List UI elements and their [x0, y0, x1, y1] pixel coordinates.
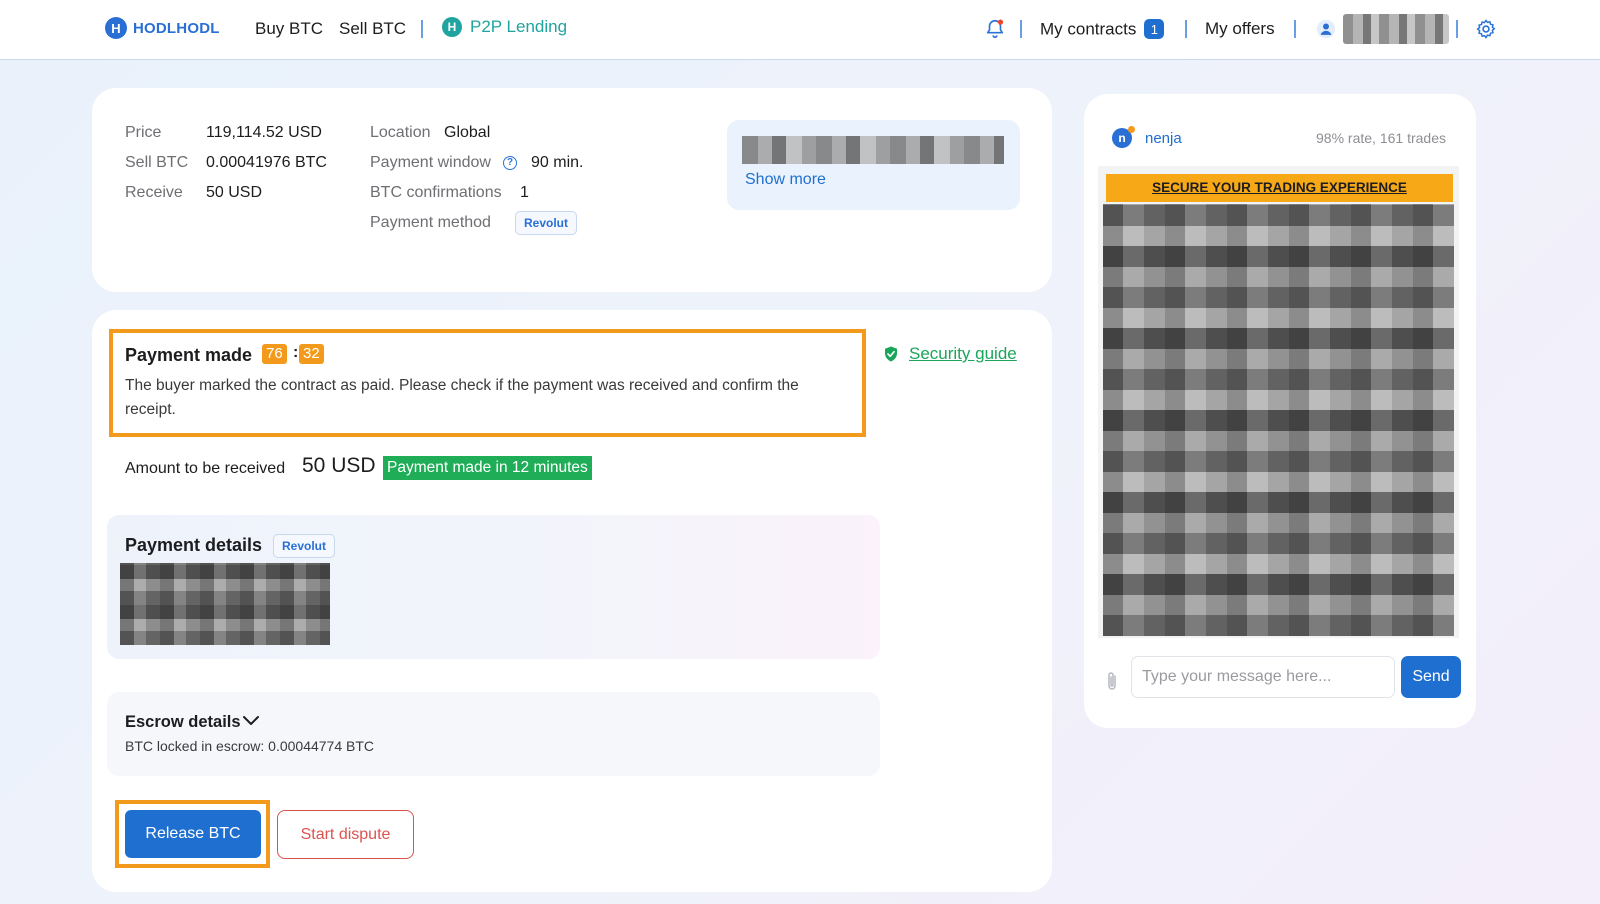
shield-check-icon: [885, 346, 897, 362]
sell-btc-label: Sell BTC: [125, 154, 189, 171]
online-status-dot: [1128, 126, 1135, 133]
offer-terms-redacted: [742, 136, 1004, 164]
payment-details-redacted: [120, 563, 330, 645]
nav-divider: [1294, 18, 1296, 40]
contracts-count-badge: 1: [1144, 19, 1165, 39]
my-contracts-label: My contracts: [1040, 19, 1137, 39]
my-contracts-link[interactable]: My contracts 1: [1040, 19, 1165, 40]
escrow-locked-amount: BTC locked in escrow: 0.00044774 BTC: [125, 738, 375, 754]
payment-method-label: Payment method: [370, 214, 491, 231]
logo[interactable]: H HODLHODL: [105, 17, 220, 39]
release-btc-button[interactable]: Release BTC: [125, 810, 261, 858]
price-label: Price: [125, 124, 162, 141]
escrow-details-toggle[interactable]: Escrow details: [125, 713, 241, 732]
status-description: The buyer marked the contract as paid. P…: [125, 377, 799, 418]
nav-buy-btc[interactable]: Buy BTC: [255, 19, 323, 39]
btc-confirmations-value: 1: [520, 184, 529, 201]
counterparty-name[interactable]: nenja: [1145, 130, 1182, 147]
nav-divider: [1456, 18, 1458, 40]
timer-seconds: 32: [299, 344, 324, 364]
my-offers-link[interactable]: My offers: [1205, 19, 1275, 39]
btc-confirmations-label: BTC confirmations: [370, 184, 502, 201]
user-icon[interactable]: [1316, 19, 1336, 39]
payment-made-badge: Payment made in 12 minutes: [383, 456, 592, 480]
nav-divider: [1185, 18, 1187, 40]
receive-value: 50 USD: [206, 184, 263, 201]
nav-p2p-lending-label: P2P Lending: [470, 17, 568, 36]
logo-text: HODLHODL: [133, 19, 220, 37]
secure-trading-banner[interactable]: SECURE YOUR TRADING EXPERIENCE: [1106, 174, 1453, 202]
nav-p2p-lending[interactable]: H P2P Lending: [442, 17, 567, 37]
help-icon[interactable]: ?: [503, 156, 517, 170]
escrow-details-panel: Escrow details BTC locked in escrow: 0.0…: [107, 692, 880, 776]
send-button[interactable]: Send: [1401, 656, 1461, 698]
top-navigation-bar: H HODLHODL Buy BTC Sell BTC H P2P Lendin…: [0, 0, 1600, 60]
gear-icon[interactable]: [1475, 18, 1497, 40]
logo-mark-icon: H: [105, 17, 127, 39]
message-input[interactable]: [1131, 656, 1395, 698]
chevron-down-icon[interactable]: [242, 714, 260, 728]
start-dispute-button[interactable]: Start dispute: [277, 810, 414, 859]
payment-details-method-chip: Revolut: [273, 534, 336, 558]
payment-window-label: Payment window: [370, 154, 491, 171]
username-redacted: [1343, 14, 1449, 44]
p2p-lending-icon: H: [442, 17, 462, 37]
location-label: Location: [370, 124, 431, 141]
payment-details-title: Payment details: [125, 535, 263, 555]
chat-messages-redacted: [1103, 204, 1454, 636]
payment-window-value: 90 min.: [531, 154, 584, 171]
timer-minutes: 76: [262, 344, 287, 364]
security-guide-label: Security guide: [909, 344, 1017, 363]
nav-sell-btc[interactable]: Sell BTC: [339, 19, 406, 39]
timer-colon: :: [293, 344, 299, 361]
receive-label: Receive: [125, 184, 183, 201]
amount-received-value: 50 USD: [302, 454, 376, 477]
status-title: Payment made: [125, 345, 253, 365]
sell-btc-value: 0.00041976 BTC: [206, 154, 327, 171]
location-value: Global: [444, 124, 491, 141]
payment-method-chip: Revolut: [515, 211, 578, 235]
show-more-link[interactable]: Show more: [745, 171, 826, 189]
offer-terms-box: Show more: [727, 120, 1020, 210]
security-guide-link[interactable]: Security guide: [882, 344, 1017, 364]
nav-divider: [421, 18, 423, 40]
counterparty-stats: 98% rate, 161 trades: [1316, 130, 1446, 146]
price-value: 119,114.52 USD: [206, 124, 322, 141]
payment-details-panel: Payment details Revolut: [107, 515, 880, 659]
paperclip-icon[interactable]: [1106, 670, 1118, 692]
amount-received-label: Amount to be received: [125, 460, 286, 477]
bell-icon[interactable]: [984, 18, 1006, 40]
nav-divider: [1020, 18, 1022, 40]
